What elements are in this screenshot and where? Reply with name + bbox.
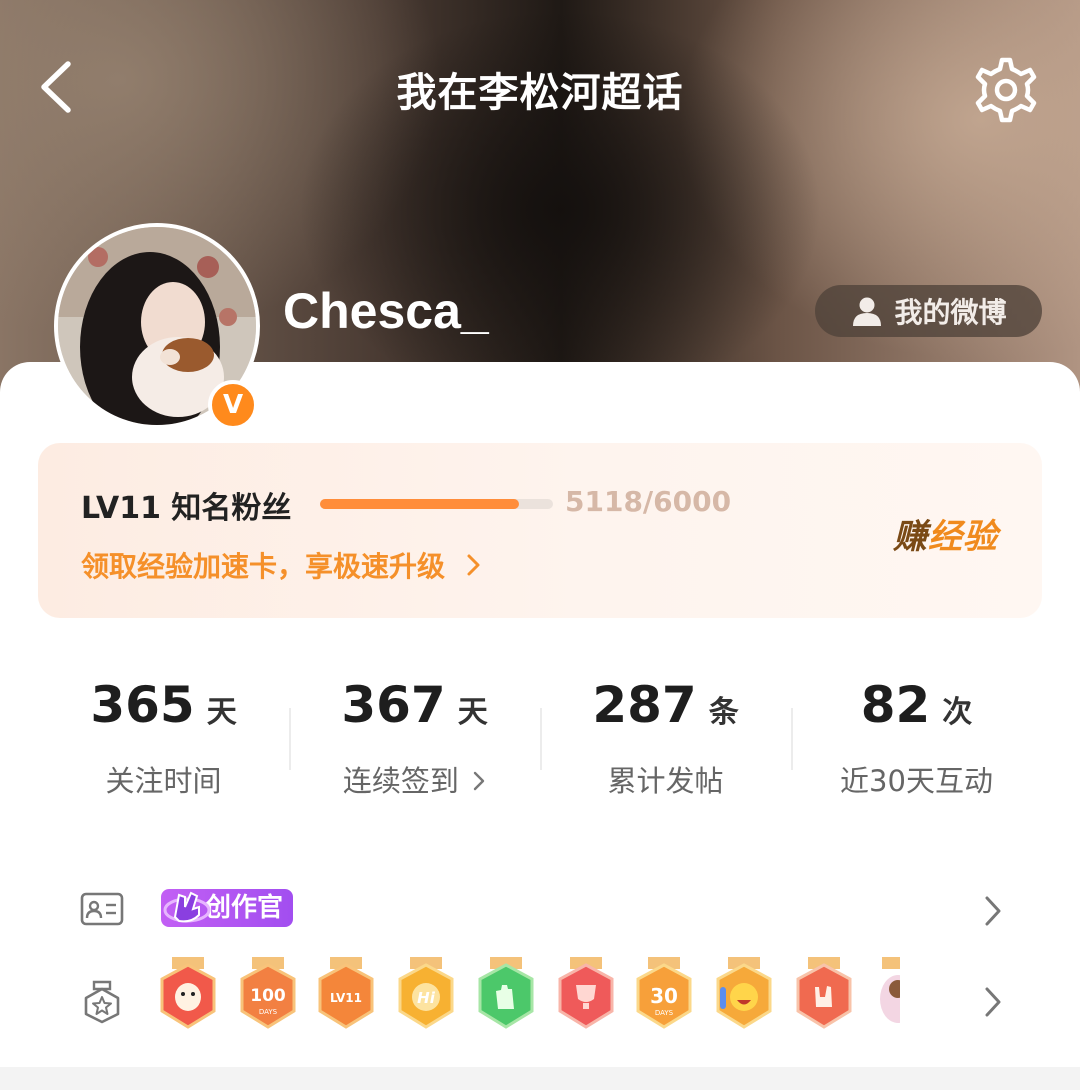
my-weibo-button[interactable]: 我的微博: [815, 285, 1042, 337]
stat-unit: 次: [942, 695, 973, 730]
stat-value-wrap: 365 天: [38, 676, 289, 734]
chevron-right-icon: [473, 771, 485, 791]
chevron-right-icon[interactable]: [980, 891, 1006, 931]
chevron-right-icon[interactable]: [980, 982, 1006, 1022]
stat-value-wrap: 287 条: [540, 676, 791, 734]
stat-label: 连续签到: [342, 764, 459, 798]
laughing-medal[interactable]: [714, 957, 774, 1035]
stat-label: 累计发帖: [607, 764, 724, 798]
stat-value: 365: [90, 676, 195, 734]
chevron-right-icon: [467, 554, 480, 576]
rock-hand-medal[interactable]: [794, 957, 854, 1035]
stat-value-wrap: 367 天: [289, 676, 540, 734]
medal-text: 30: [650, 984, 678, 1008]
stat-value: 82: [860, 676, 931, 734]
medal-strip[interactable]: 100 DAYS LV11 Hi 30 DAYS: [158, 957, 900, 1035]
stat-value: 287: [592, 676, 697, 734]
level-title: LV11 知名粉丝: [81, 491, 292, 526]
bottom-spacer: [0, 1067, 1080, 1090]
id-card-icon: [80, 892, 124, 926]
creator-tag-label: 创作官: [205, 893, 284, 923]
boost-card-link[interactable]: 领取经验加速卡，享极速升级: [81, 545, 483, 585]
hundred-days-medal[interactable]: 100 DAYS: [238, 957, 298, 1035]
creator-hand-icon: [163, 891, 211, 923]
stat-value-wrap: 82 次: [791, 676, 1042, 734]
stat-checkin[interactable]: 367 天 连续签到: [289, 642, 540, 822]
my-weibo-label: 我的微博: [894, 296, 1007, 329]
medal-icon: [84, 980, 120, 1024]
earn-exp-first: 赚: [893, 517, 928, 557]
wave-hand-medal[interactable]: [476, 957, 536, 1035]
medal-text: 100: [250, 986, 286, 1006]
medal-text: DAYS: [259, 1008, 278, 1016]
boost-card-text: 领取经验加速卡，享极速升级: [81, 550, 446, 583]
stat-value: 367: [341, 676, 446, 734]
medal-text: Hi: [417, 989, 436, 1007]
stat-follow-time: 365 天 关注时间: [38, 642, 289, 822]
stat-label-wrap: 连续签到: [289, 758, 540, 800]
stat-interactions: 82 次 近30天互动: [791, 642, 1042, 822]
trophy-medal[interactable]: [556, 957, 616, 1035]
gear-icon[interactable]: [972, 56, 1040, 124]
verified-badge: V: [208, 380, 258, 430]
badges-card: 创作官 100 DAYS LV11 Hi 30 DAYS: [38, 845, 1042, 1067]
stat-unit: 条: [708, 695, 739, 730]
creator-tag[interactable]: 创作官: [161, 889, 294, 927]
level-medal[interactable]: LV11: [316, 957, 376, 1035]
level-progress-text: 5118/6000: [565, 485, 732, 518]
level-progress-bar: [320, 499, 553, 509]
page-title: 我在李松河超话: [396, 70, 684, 116]
stat-label: 近30天互动: [840, 764, 993, 798]
stat-unit: 天: [457, 695, 488, 730]
stats-card: 365 天 关注时间 367 天 连续签到 287 条 累计发帖 82 次 近30天互动: [38, 642, 1042, 822]
level-progress-fill: [320, 499, 519, 509]
thirty-days-medal[interactable]: 30 DAYS: [634, 957, 694, 1035]
stat-posts: 287 条 累计发帖: [540, 642, 791, 822]
zodiac-medal[interactable]: [158, 957, 218, 1035]
stat-label: 关注时间: [105, 764, 222, 798]
medal-text: DAYS: [655, 1009, 674, 1017]
person-icon: [853, 297, 882, 326]
medal-text: LV11: [330, 991, 362, 1005]
hi-medal[interactable]: Hi: [396, 957, 456, 1035]
earn-exp-button[interactable]: 赚经验: [893, 509, 998, 558]
earn-exp-rest: 经验: [928, 517, 998, 557]
character-medal[interactable]: [874, 957, 900, 1035]
stat-unit: 天: [206, 695, 237, 730]
username: Chesca_: [283, 283, 489, 339]
level-card[interactable]: LV11 知名粉丝 5118/6000 领取经验加速卡，享极速升级 赚经验: [38, 443, 1042, 618]
